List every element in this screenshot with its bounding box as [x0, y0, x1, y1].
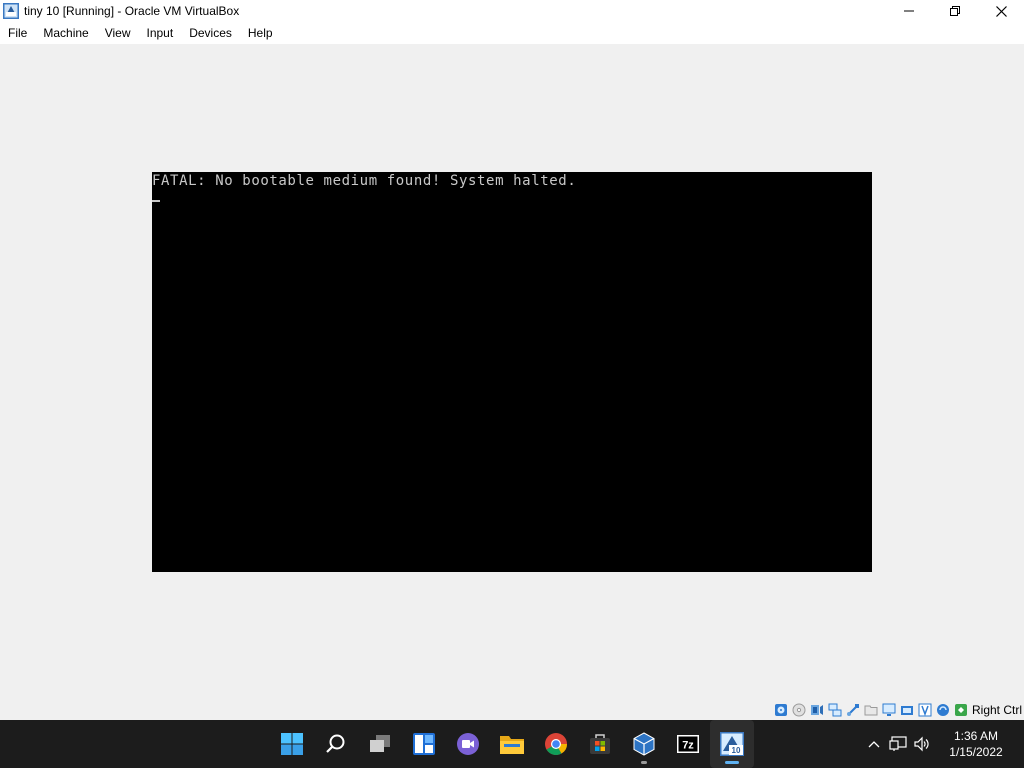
host-key-icon[interactable]	[953, 702, 969, 718]
7zip-icon: 7z	[677, 735, 699, 753]
file-explorer-button[interactable]	[490, 720, 534, 768]
close-button[interactable]	[978, 0, 1024, 22]
search-icon	[326, 734, 345, 753]
volume-icon	[914, 736, 929, 752]
search-button[interactable]	[314, 720, 358, 768]
widgets-icon	[413, 733, 435, 755]
start-button[interactable]	[270, 720, 314, 768]
recording-icon[interactable]	[917, 702, 933, 718]
minimize-icon	[904, 10, 914, 12]
title-bar[interactable]: tiny 10 [Running] - Oracle VM VirtualBox	[0, 0, 1024, 22]
menu-input[interactable]: Input	[139, 22, 182, 44]
clock-date: 1/15/2022	[949, 745, 1003, 759]
chrome-icon	[545, 733, 567, 755]
menu-file[interactable]: File	[0, 22, 35, 44]
7zip-button[interactable]: 7z	[666, 720, 710, 768]
audio-icon[interactable]	[809, 702, 825, 718]
status-bar: Right Ctrl	[771, 700, 1024, 720]
hard-disk-icon[interactable]	[773, 702, 789, 718]
network-status-icon	[889, 736, 907, 751]
active-indicator	[725, 761, 739, 764]
network-icon[interactable]	[827, 702, 843, 718]
clock[interactable]: 1:36 AM 1/15/2022	[934, 728, 1018, 760]
menu-devices[interactable]: Devices	[181, 22, 240, 44]
window-controls	[886, 0, 1024, 22]
chat-icon	[457, 733, 479, 755]
network-status-button[interactable]	[886, 720, 910, 768]
taskbar: 7z 10 1:36 AM 1/15/2022	[0, 720, 1024, 768]
close-icon	[995, 5, 1007, 17]
restore-icon	[950, 6, 960, 16]
show-hidden-icons-button[interactable]	[862, 720, 886, 768]
chat-button[interactable]	[446, 720, 490, 768]
volume-button[interactable]	[910, 720, 934, 768]
mouse-integration-icon[interactable]	[935, 702, 951, 718]
system-tray: 1:36 AM 1/15/2022	[862, 720, 1024, 768]
microsoft-store-icon	[590, 734, 610, 754]
task-view-button[interactable]	[358, 720, 402, 768]
shared-folders-icon[interactable]	[863, 702, 879, 718]
window-title: tiny 10 [Running] - Oracle VM VirtualBox	[24, 4, 240, 18]
usb-icon[interactable]	[845, 702, 861, 718]
chrome-button[interactable]	[534, 720, 578, 768]
restore-button[interactable]	[932, 0, 978, 22]
guest-display[interactable]: FATAL: No bootable medium found! System …	[152, 172, 872, 572]
boot-error-message: FATAL: No bootable medium found! System …	[152, 173, 577, 189]
virtualbox-button[interactable]	[622, 720, 666, 768]
menu-bar: File Machine View Input Devices Help	[0, 22, 1024, 44]
virtualbox-icon	[633, 732, 655, 756]
host-key-label: Right Ctrl	[971, 703, 1022, 717]
menu-view[interactable]: View	[97, 22, 139, 44]
chevron-up-icon	[868, 741, 880, 748]
svg-text:7z: 7z	[682, 740, 694, 752]
virtualbox-vm-button[interactable]: 10	[710, 720, 754, 768]
show-desktop-button[interactable]	[1018, 720, 1024, 768]
text-cursor	[152, 200, 160, 202]
optical-drive-icon[interactable]	[791, 702, 807, 718]
running-indicator	[641, 761, 647, 764]
display-icon[interactable]	[881, 702, 897, 718]
taskbar-apps: 7z 10	[270, 720, 754, 768]
video-capture-icon[interactable]	[899, 702, 915, 718]
menu-help[interactable]: Help	[240, 22, 281, 44]
virtualbox-vm-icon	[3, 3, 19, 19]
menu-machine[interactable]: Machine	[35, 22, 96, 44]
widgets-button[interactable]	[402, 720, 446, 768]
file-explorer-icon	[500, 736, 524, 754]
svg-text:10: 10	[732, 746, 741, 755]
start-icon	[281, 733, 303, 755]
task-view-icon	[370, 735, 390, 752]
microsoft-store-button[interactable]	[578, 720, 622, 768]
clock-time: 1:36 AM	[953, 729, 999, 743]
minimize-button[interactable]	[886, 0, 932, 22]
virtualbox-window: tiny 10 [Running] - Oracle VM VirtualBox…	[0, 0, 1024, 720]
virtualbox-vm-icon: 10	[720, 732, 744, 756]
